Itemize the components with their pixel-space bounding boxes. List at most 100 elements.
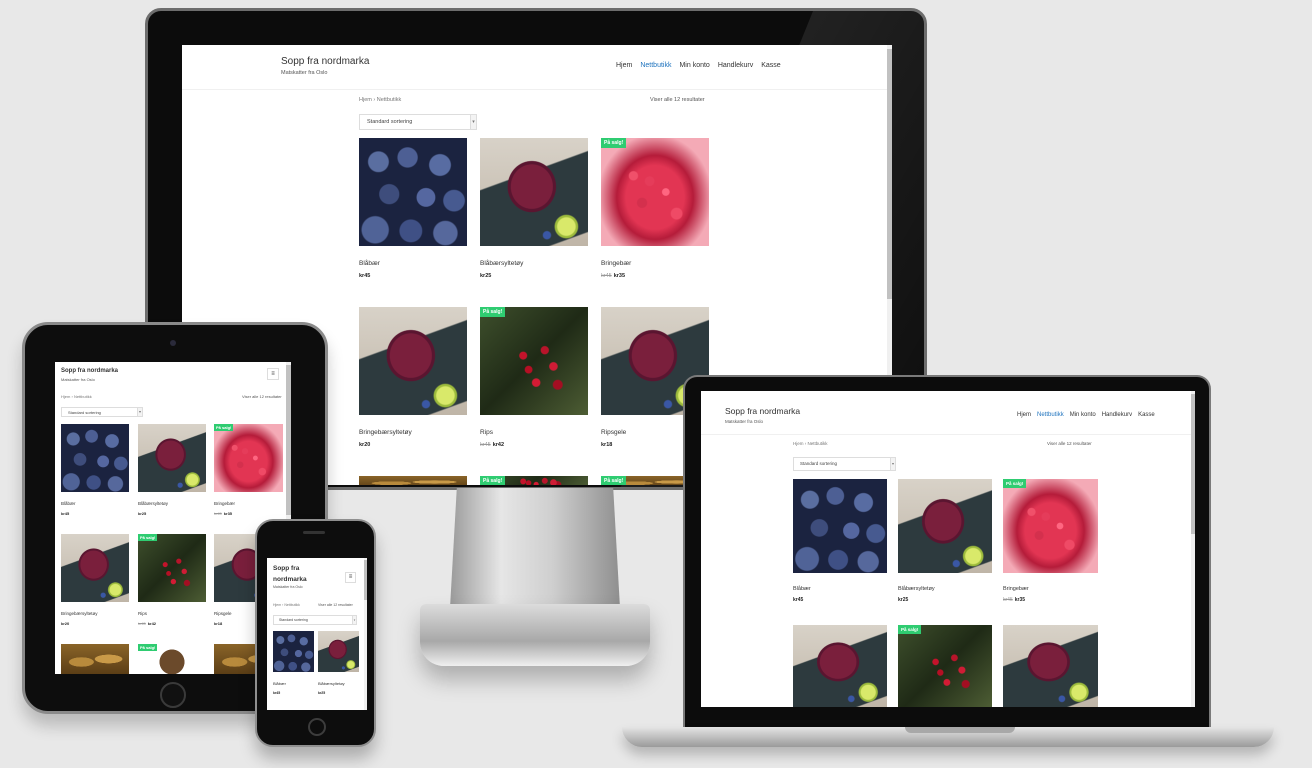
product-name[interactable]: Bringebær — [214, 501, 235, 506]
nav-hjem[interactable]: Hjem — [1017, 412, 1031, 418]
product-card[interactable]: På salg! Rips kr45 kr42 — [480, 307, 588, 448]
product-image-jam-jar[interactable] — [1003, 625, 1098, 707]
home-button[interactable] — [308, 718, 326, 736]
nav-kasse[interactable]: Kasse — [1138, 412, 1155, 418]
chevron-down-icon[interactable]: ▾ — [137, 408, 142, 416]
sale-badge: På salg! — [601, 476, 627, 485]
product-price: kr45 — [359, 273, 371, 279]
product-image-jam-jar[interactable] — [480, 138, 588, 246]
macbook-scrollbar[interactable] — [1191, 391, 1195, 707]
product-price: kr45 kr42 — [138, 621, 157, 626]
speaker-icon — [303, 531, 325, 534]
product-image-jam-jar[interactable] — [898, 479, 992, 573]
product-price: kr45 — [273, 691, 281, 695]
product-card[interactable]: På salg! Bringebær kr45 kr35 — [601, 138, 709, 279]
sort-select[interactable]: Standard sortering ▾ — [61, 407, 143, 417]
product-price: kr45 kr35 — [1003, 597, 1026, 603]
sale-badge: På salg! — [601, 138, 627, 148]
product-image-redcurrants[interactable]: På salg! — [480, 307, 588, 415]
product-image-jam-jar[interactable] — [793, 625, 887, 707]
sort-select[interactable]: Standard sortering ▾ — [273, 615, 357, 625]
site-title[interactable]: Sopp fra nordmarka — [281, 56, 369, 67]
product-name[interactable]: Blåbær — [61, 501, 76, 506]
product-price: kr20 — [61, 621, 70, 626]
product-name[interactable]: Blåbærsyltetøy — [318, 681, 345, 686]
product-price: kr25 — [318, 691, 326, 695]
product-image-redcurrants[interactable]: På salg! — [898, 625, 992, 707]
product-image-redcurrants[interactable]: På salg! — [138, 534, 206, 602]
nav-nettbutikk[interactable]: Nettbutikk — [640, 62, 671, 69]
chevron-down-icon[interactable]: ▾ — [352, 616, 356, 624]
header-divider — [701, 434, 1191, 435]
home-button[interactable] — [160, 682, 186, 708]
imac-stand-foot — [420, 604, 650, 666]
product-image-jam-jar[interactable] — [359, 307, 467, 415]
product-image-blueberries[interactable] — [273, 631, 314, 672]
product-name[interactable]: Ripsgele — [214, 611, 232, 616]
nav-handlekurv[interactable]: Handlekurv — [718, 62, 753, 69]
product-image-mushrooms[interactable] — [61, 644, 129, 674]
menu-toggle-button[interactable]: ≡ — [267, 368, 279, 380]
sort-select[interactable]: Standard sortering ▾ — [793, 457, 896, 471]
sale-badge: På salg! — [1003, 479, 1027, 488]
product-price: kr45 kr42 — [480, 442, 505, 448]
product-name[interactable]: Bringebær — [1003, 586, 1029, 592]
product-card[interactable]: Bringebærsyltetøy kr20 — [359, 307, 467, 448]
product-image-blueberries[interactable] — [793, 479, 887, 573]
product-name[interactable]: Blåbærsyltetøy — [898, 586, 935, 592]
product-name[interactable]: Bringebærsyltetøy — [61, 611, 98, 616]
nav-handlekurv[interactable]: Handlekurv — [1102, 412, 1132, 418]
product-name[interactable]: Blåbærsyltetøy — [480, 260, 588, 267]
nav-min-konto[interactable]: Min konto — [1070, 412, 1096, 418]
product-name[interactable]: Bringebærsyltetøy — [359, 429, 467, 436]
breadcrumb: Hjem › Nettbutikk — [359, 97, 402, 103]
product-name[interactable]: Blåbær — [273, 681, 286, 686]
product-image-raspberries[interactable]: På salg! — [1003, 479, 1098, 573]
product-image-partial[interactable]: På salg! — [480, 476, 588, 485]
nav-kasse[interactable]: Kasse — [761, 62, 780, 69]
nav-hjem[interactable]: Hjem — [616, 62, 632, 69]
product-name[interactable]: Rips — [480, 429, 588, 436]
product-price: kr25 — [898, 597, 909, 603]
product-image-partial[interactable]: På salg! — [138, 644, 206, 674]
header-divider — [182, 89, 887, 90]
product-image-raspberries[interactable]: På salg! — [601, 138, 709, 246]
product-old-price: kr45 — [480, 442, 491, 448]
product-name[interactable]: Blåbærsyltetøy — [138, 501, 168, 506]
product-card[interactable]: Blåbærsyltetøy kr25 — [480, 138, 588, 279]
result-count: Viser alle 12 resultater — [1047, 441, 1092, 446]
site-tagline: Matskatter fra Oslo — [281, 70, 328, 76]
chevron-down-icon[interactable]: ▾ — [470, 115, 476, 129]
product-card[interactable]: Blåbær kr45 — [359, 138, 467, 279]
nav-nettbutikk[interactable]: Nettbutikk — [1037, 412, 1064, 418]
product-price: kr45 kr35 — [214, 511, 233, 516]
product-price: kr20 — [359, 442, 371, 448]
nav-min-konto[interactable]: Min konto — [679, 62, 709, 69]
imac-stand-neck — [450, 488, 620, 608]
result-count: Viser alle 12 resultater — [318, 603, 353, 607]
site-title[interactable]: Sopp fra nordmarka — [61, 368, 118, 374]
sale-badge: På salg! — [138, 644, 158, 651]
product-name[interactable]: Blåbær — [359, 260, 467, 267]
product-price: kr25 — [480, 273, 492, 279]
sort-select[interactable]: Standard sortering ▾ — [359, 114, 477, 130]
product-name[interactable]: Blåbær — [793, 586, 811, 592]
macbook-notch — [905, 727, 1015, 733]
product-image-jam-jar[interactable] — [318, 631, 359, 672]
product-price: kr45 — [61, 511, 70, 516]
product-name[interactable]: Bringebær — [601, 260, 709, 267]
product-image-jam-jar[interactable] — [138, 424, 206, 492]
chevron-down-icon[interactable]: ▾ — [890, 458, 895, 470]
site-title[interactable]: Sopp fra nordmarka — [725, 406, 800, 416]
product-image-jam-jar[interactable] — [61, 534, 129, 602]
iphone-scrollbar[interactable] — [364, 558, 367, 710]
product-image-blueberries[interactable] — [359, 138, 467, 246]
menu-toggle-button[interactable]: ≡ — [345, 572, 356, 583]
product-price: kr18 — [214, 621, 223, 626]
product-name[interactable]: Rips — [138, 611, 147, 616]
site-title[interactable]: Sopp fra nordmarka — [273, 563, 333, 585]
product-image-mushrooms[interactable] — [359, 476, 467, 485]
breadcrumb-home[interactable]: Hjem — [359, 97, 372, 103]
product-image-blueberries[interactable] — [61, 424, 129, 492]
product-image-raspberries[interactable]: På salg! — [214, 424, 283, 492]
